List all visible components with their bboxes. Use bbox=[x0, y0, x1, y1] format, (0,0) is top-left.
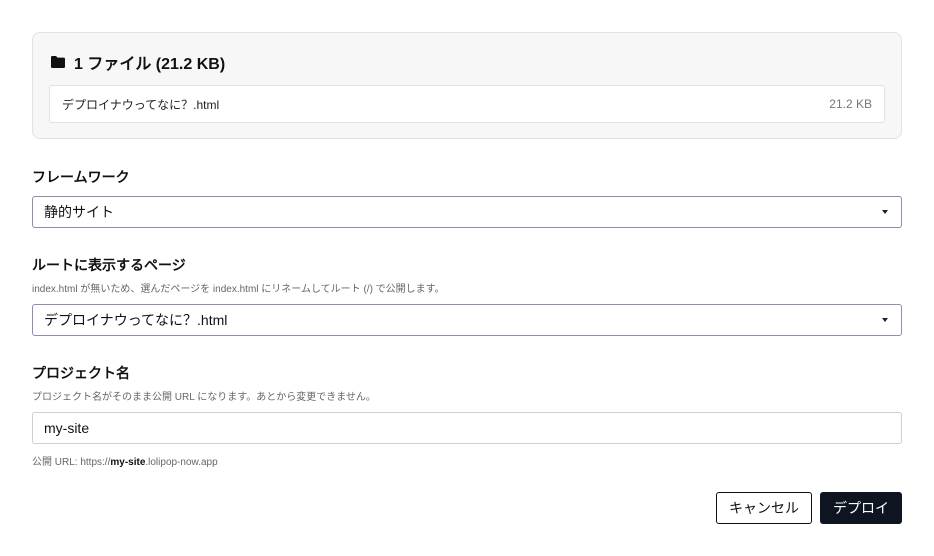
chevron-down-icon bbox=[882, 210, 888, 214]
file-count-title: 1 ファイル (21.2 KB) bbox=[74, 56, 226, 73]
root-page-select-value: デプロイナウってなに？.html bbox=[44, 312, 228, 328]
public-url-name: my-site bbox=[110, 457, 146, 468]
file-size: 21.2 KB bbox=[829, 97, 872, 111]
file-summary-panel: 1 ファイル (21.2 KB) デプロイナウってなに？.html 21.2 K… bbox=[32, 32, 902, 139]
framework-select-value: 静的サイト bbox=[44, 204, 114, 220]
project-name-input[interactable] bbox=[32, 412, 902, 444]
framework-select[interactable]: 静的サイト bbox=[32, 196, 902, 228]
root-page-help: index.html が無いため、選んだページを index.html にリネー… bbox=[32, 284, 445, 295]
file-name: デプロイナウってなに？.html bbox=[62, 97, 220, 112]
root-page-select[interactable]: デプロイナウってなに？.html bbox=[32, 304, 902, 336]
framework-label: フレームワーク bbox=[32, 169, 130, 185]
file-summary-header: 1 ファイル (21.2 KB) bbox=[50, 52, 226, 73]
project-name-label: プロジェクト名 bbox=[32, 365, 130, 381]
public-url-suffix: .lolipop-now.app bbox=[145, 457, 218, 468]
deploy-button[interactable]: デプロイ bbox=[820, 492, 902, 524]
file-row: デプロイナウってなに？.html 21.2 KB bbox=[49, 85, 885, 123]
public-url-preview: 公開 URL: https://my-site.lolipop-now.app bbox=[32, 453, 218, 468]
root-page-label: ルートに表示するページ bbox=[32, 257, 186, 273]
folder-icon bbox=[50, 55, 66, 69]
chevron-down-icon bbox=[882, 318, 888, 322]
public-url-prefix: 公開 URL: https:// bbox=[32, 457, 111, 468]
cancel-button[interactable]: キャンセル bbox=[716, 492, 812, 524]
project-name-help: プロジェクト名がそのまま公開 URL になります。あとから変更できません。 bbox=[32, 392, 376, 403]
